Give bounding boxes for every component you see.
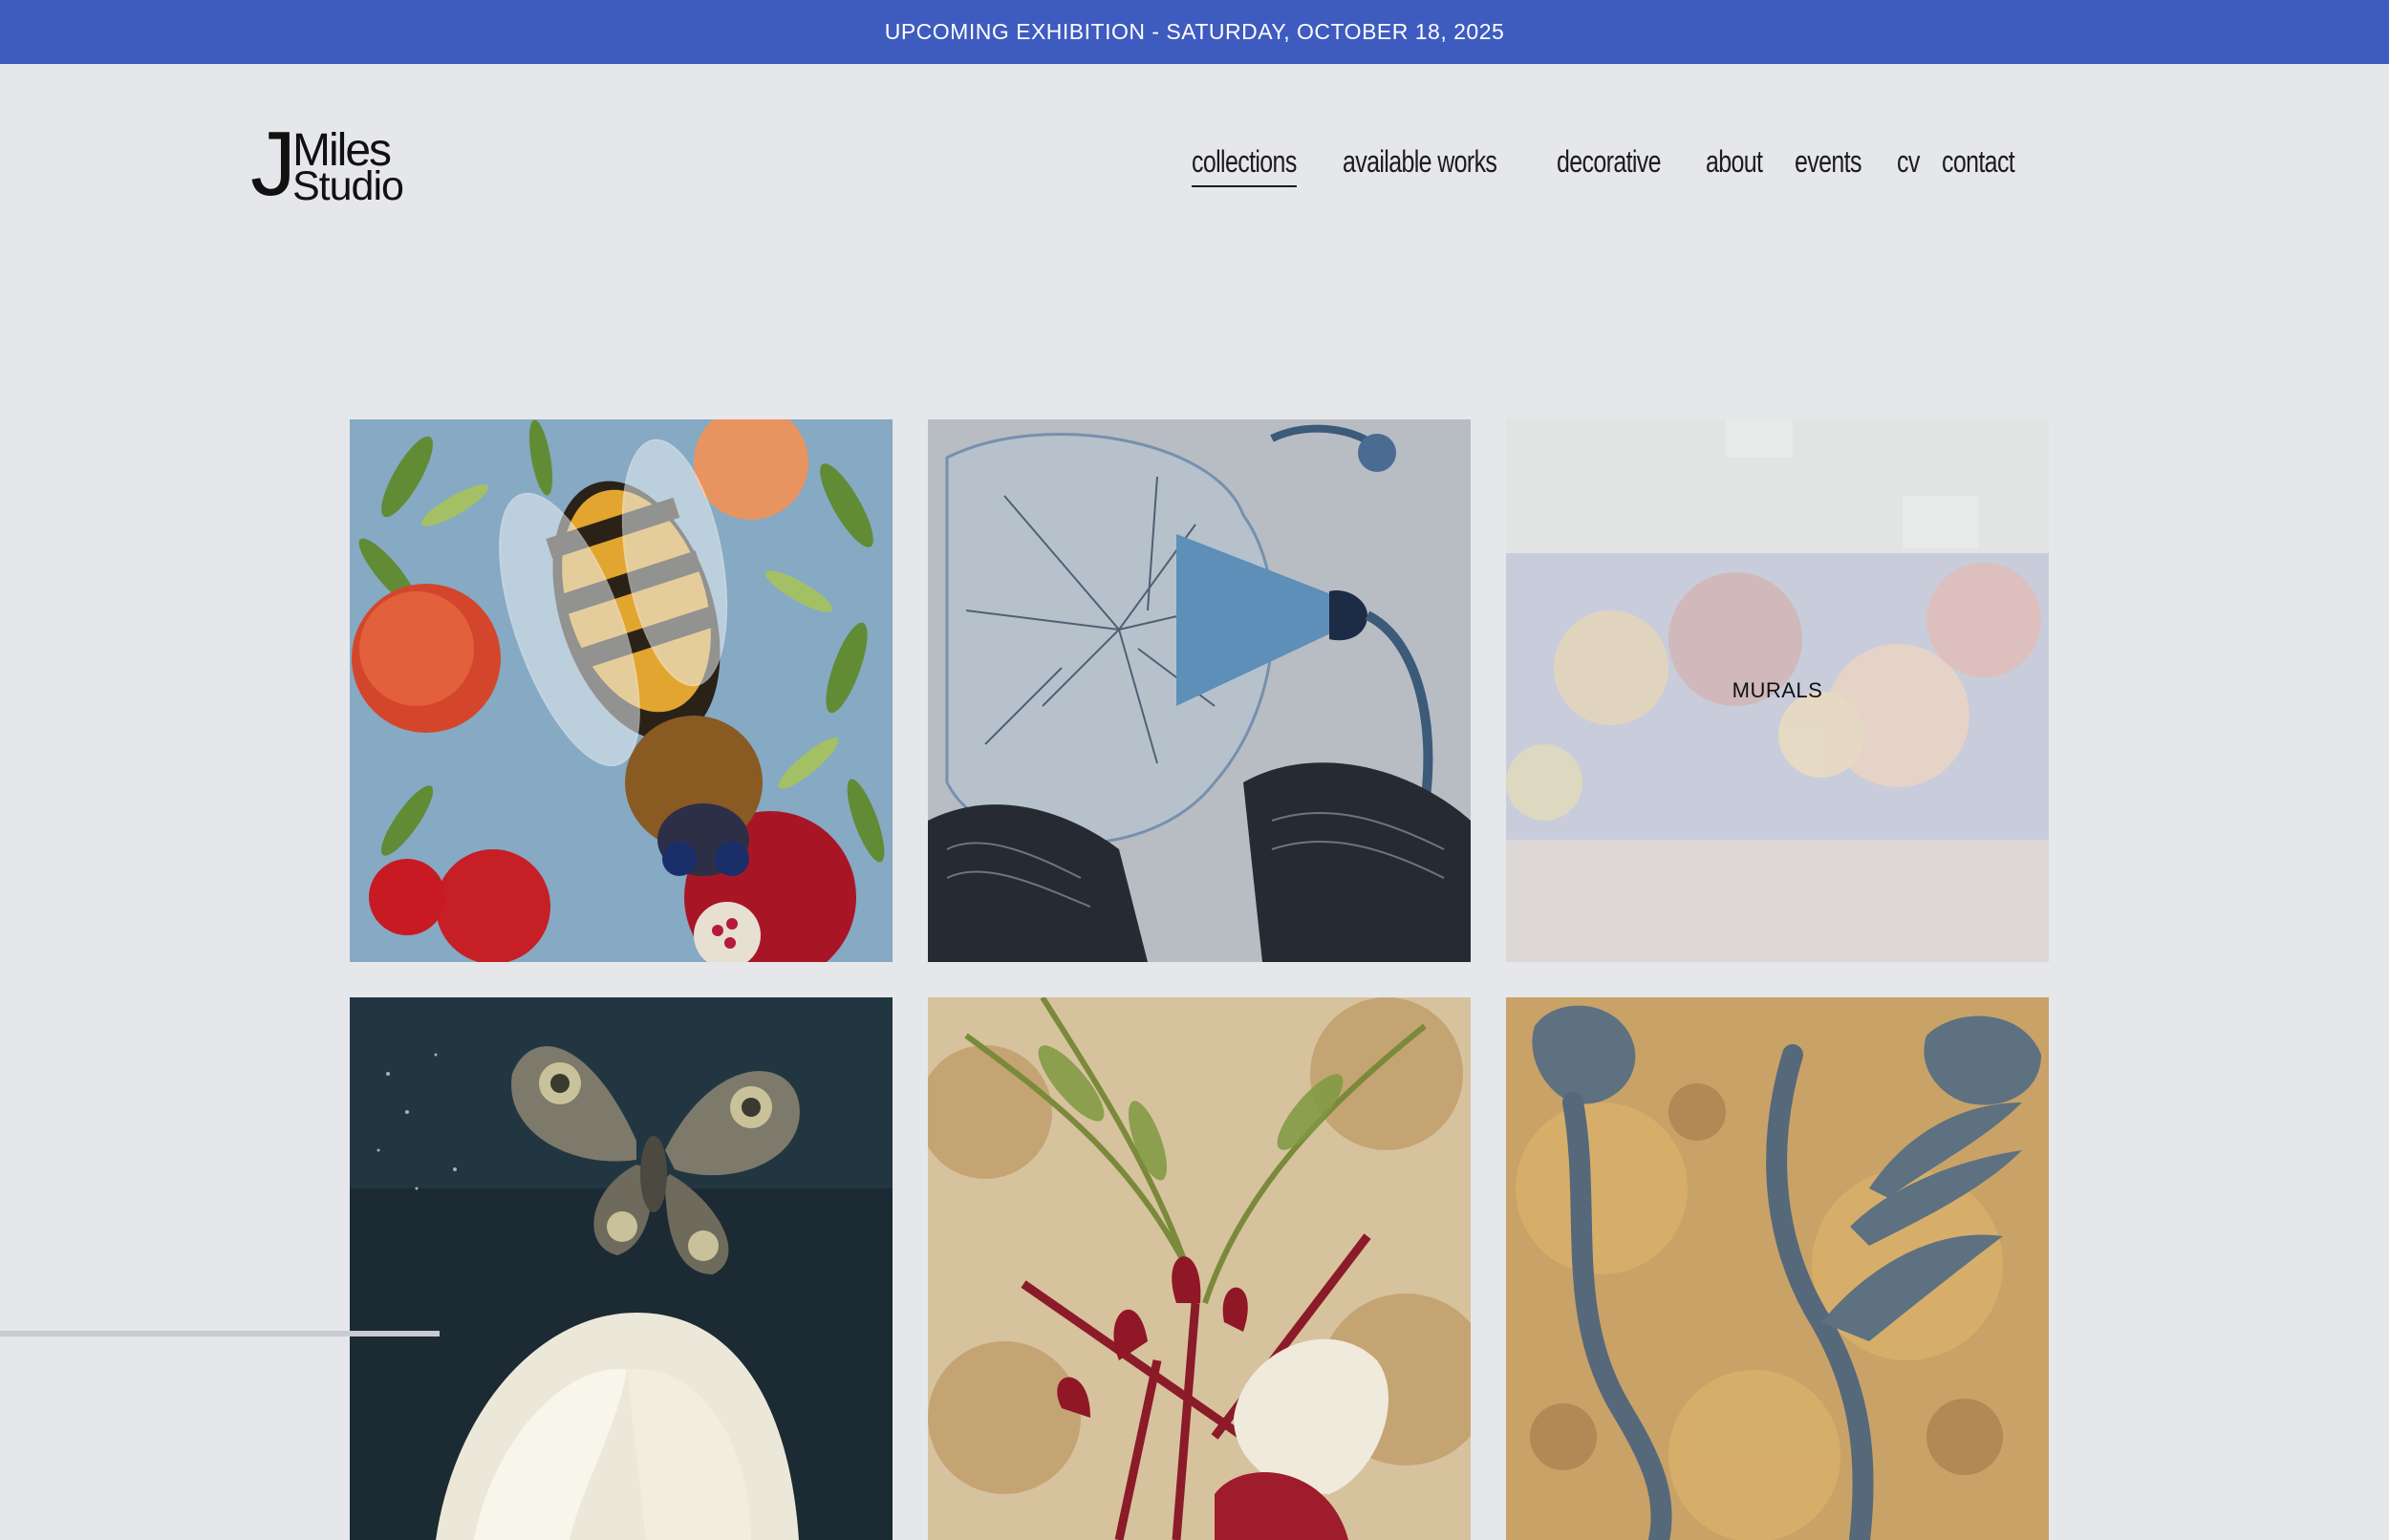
red-botanical-gold-image (928, 997, 1471, 1540)
horizontal-scrollbar[interactable] (0, 1331, 440, 1337)
gallery-tile-blue-flower[interactable] (928, 419, 1471, 962)
blue-flower-silver-image (928, 419, 1471, 962)
logo-line-2: Studio (292, 163, 404, 209)
gallery-tile-blue-artichoke[interactable] (1506, 997, 2049, 1540)
main-nav: collections available works decorative a… (1192, 144, 2150, 187)
blue-artichoke-gold-image (1506, 997, 2049, 1540)
murals-label: MURALS (1732, 678, 1823, 702)
nav-about[interactable]: about (1706, 144, 1763, 185)
nav-collections[interactable]: collections (1192, 144, 1298, 187)
gallery-tile-red-botanical[interactable] (928, 997, 1471, 1540)
nav-available-works[interactable]: available works (1343, 144, 1497, 185)
nav-contact[interactable]: contact (1942, 144, 2015, 185)
logo-letter: J (250, 113, 296, 215)
site-header: J Miles Studio collections available wor… (0, 64, 2389, 265)
bee-pomegranate-image (350, 419, 893, 962)
moth-white-flower-image (350, 997, 893, 1540)
nav-decorative[interactable]: decorative (1557, 144, 1662, 185)
site-logo[interactable]: J Miles Studio (250, 118, 413, 212)
gallery-tile-murals[interactable]: MURALS (1506, 419, 2049, 962)
gallery-tile-bee-pomegranate[interactable] (350, 419, 893, 962)
collections-gallery: MURALS (350, 419, 2051, 1540)
nav-cv[interactable]: cv (1897, 144, 1920, 185)
announcement-bar: UPCOMING EXHIBITION - SATURDAY, OCTOBER … (0, 0, 2389, 64)
murals-overlay: MURALS (1506, 419, 2049, 962)
announcement-link[interactable]: UPCOMING EXHIBITION - SATURDAY, OCTOBER … (885, 19, 1505, 45)
gallery-tile-moth[interactable] (350, 997, 893, 1540)
nav-events[interactable]: events (1795, 144, 1862, 185)
